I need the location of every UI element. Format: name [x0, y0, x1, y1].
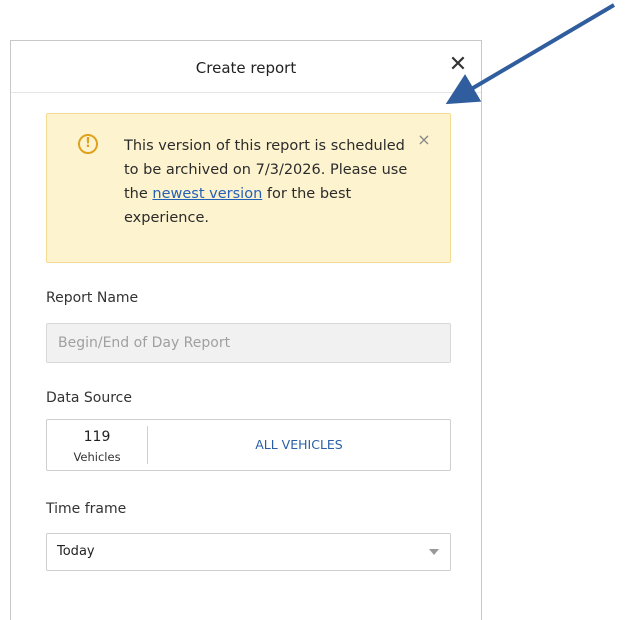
panel-title: Create report	[195, 59, 297, 77]
vehicle-count-unit: Vehicles	[73, 450, 121, 464]
banner-message: This version of this report is scheduled…	[124, 134, 414, 230]
close-icon[interactable]: ✕	[445, 52, 471, 78]
time-frame-label: Time frame	[46, 501, 127, 517]
newest-version-link[interactable]: newest version	[152, 186, 262, 202]
banner-close-icon[interactable]: ×	[416, 132, 432, 148]
data-source-label: Data Source	[46, 390, 132, 406]
report-name-input[interactable]: Begin/End of Day Report	[46, 323, 451, 363]
create-report-panel: Create report ✕ ! × This version of this…	[10, 40, 482, 620]
archive-warning-banner: ! × This version of this report is sched…	[46, 113, 451, 263]
time-frame-select[interactable]: Today	[46, 533, 451, 571]
vehicle-count: 119 Vehicles	[47, 420, 147, 470]
warning-icon: !	[78, 134, 98, 154]
panel-header: Create report ✕	[11, 41, 481, 93]
report-name-label: Report Name	[46, 290, 139, 306]
all-vehicles-link[interactable]: ALL VEHICLES	[148, 420, 450, 470]
vehicle-count-number: 119	[83, 429, 111, 445]
chevron-down-icon	[429, 549, 439, 555]
time-frame-value: Today	[57, 544, 95, 559]
data-source-selector[interactable]: 119 Vehicles ALL VEHICLES	[46, 419, 451, 471]
